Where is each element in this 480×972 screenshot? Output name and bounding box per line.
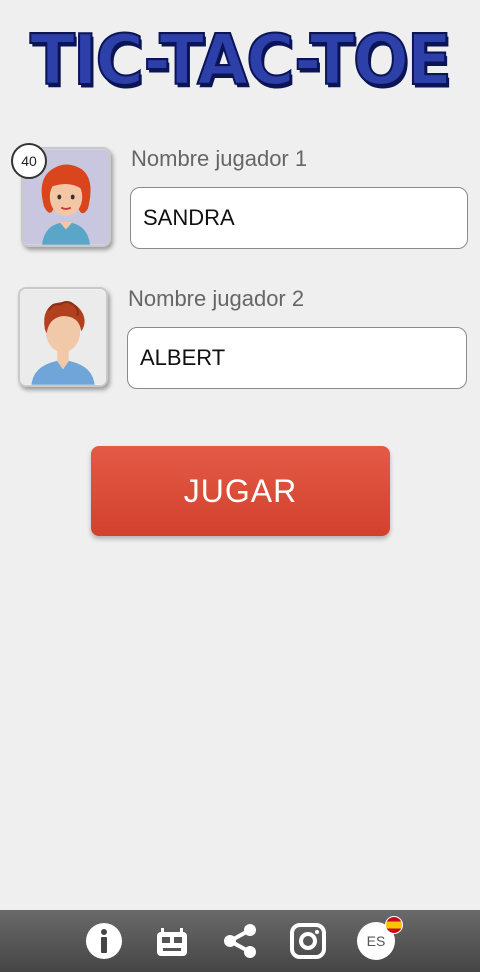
- info-icon[interactable]: [85, 922, 123, 960]
- share-icon[interactable]: [221, 922, 259, 960]
- player-2-name-input[interactable]: [127, 327, 467, 389]
- player-1-row: 40 Nombre jugador 1: [0, 140, 480, 250]
- bottom-toolbar: ES: [0, 910, 480, 972]
- language-icon[interactable]: ES: [357, 916, 403, 960]
- robot-icon[interactable]: [153, 922, 191, 960]
- language-code: ES: [366, 933, 386, 949]
- player-2-avatar[interactable]: [18, 287, 108, 387]
- level-badge: 40: [11, 143, 47, 179]
- player-1-label: Nombre jugador 1: [131, 146, 308, 171]
- instagram-icon[interactable]: [289, 922, 327, 960]
- app-title: TIC-TAC-TOE: [29, 19, 453, 102]
- play-button[interactable]: JUGAR: [91, 446, 390, 536]
- player-2-row: Nombre jugador 2: [0, 280, 480, 390]
- spain-flag-icon: [385, 916, 403, 934]
- player-2-label: Nombre jugador 2: [128, 286, 305, 311]
- player-1-name-input[interactable]: [130, 187, 468, 249]
- boy-avatar-icon: [20, 289, 106, 385]
